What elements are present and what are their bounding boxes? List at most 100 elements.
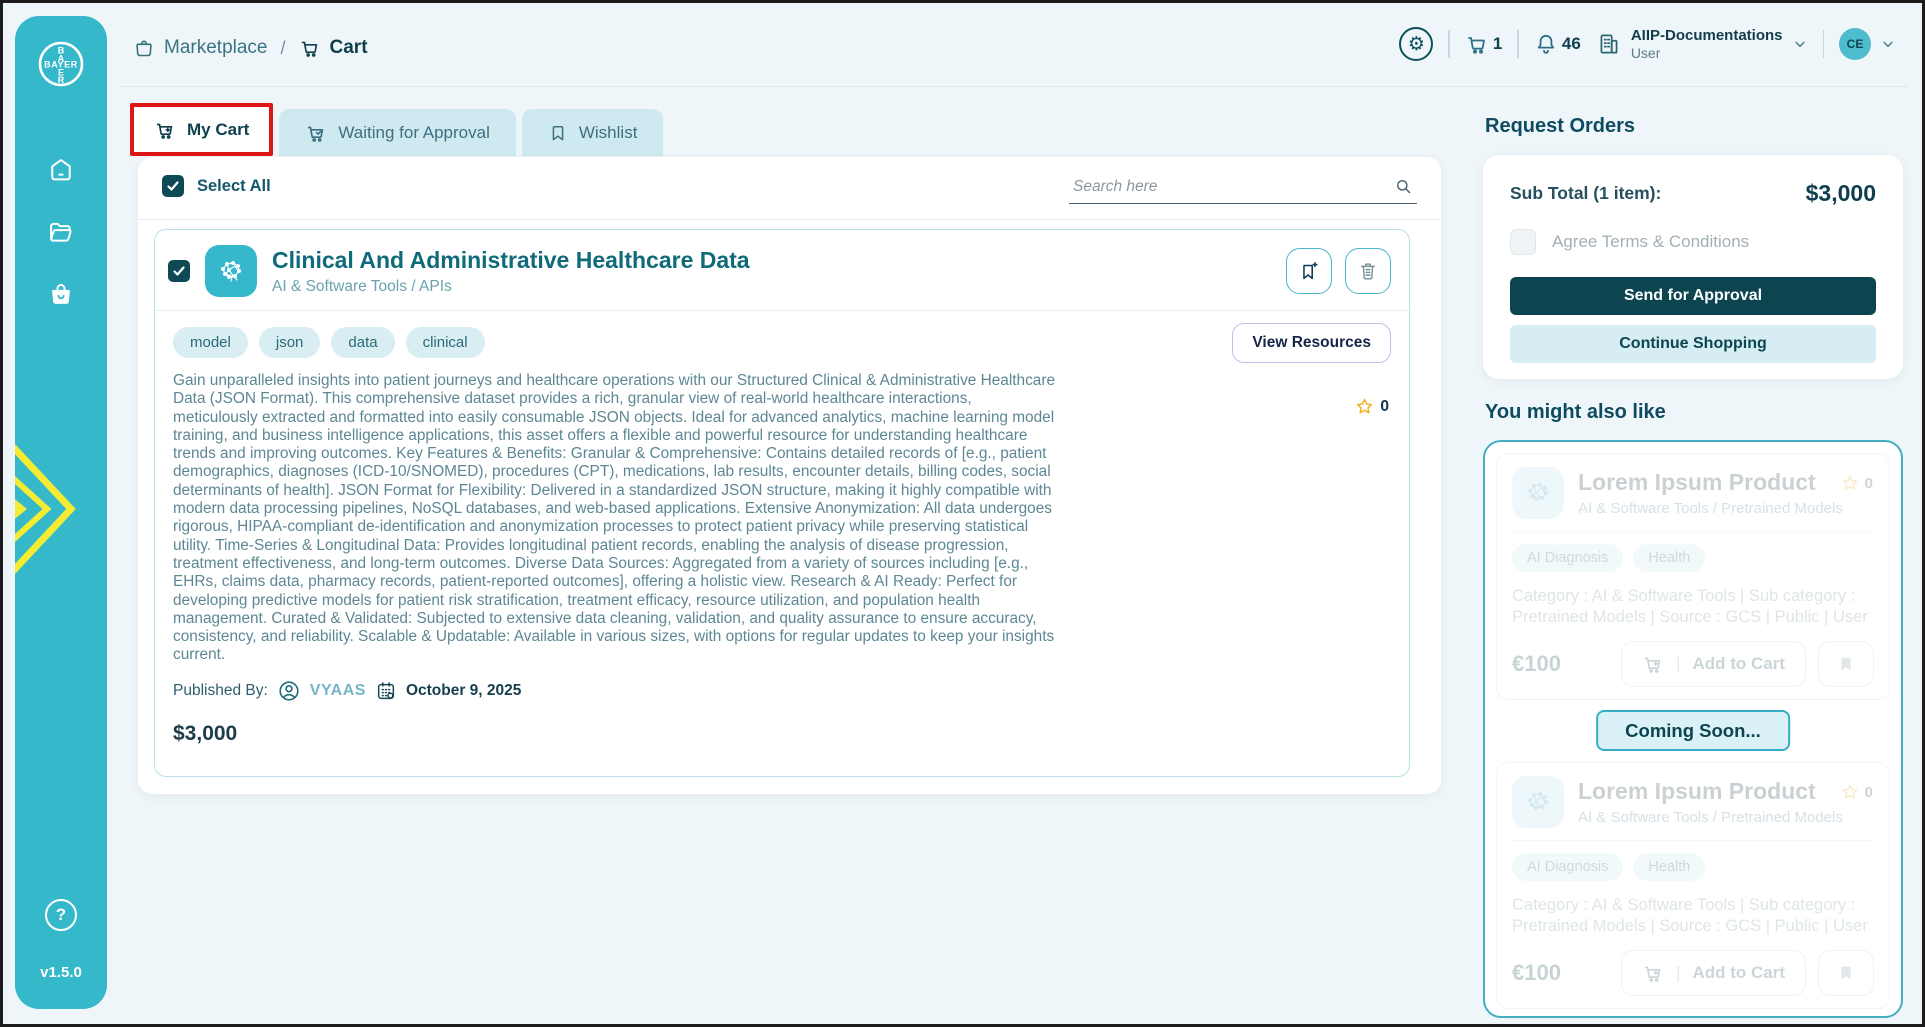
add-to-cart-label: Add to Cart xyxy=(1692,654,1785,673)
tab-label: My Cart xyxy=(187,119,250,139)
breadcrumb-cart: Cart xyxy=(329,37,368,58)
calendar-icon xyxy=(377,681,395,699)
svg-text:R: R xyxy=(58,75,65,85)
home-icon[interactable] xyxy=(47,156,75,184)
tag: json xyxy=(258,327,321,358)
rating: 0 xyxy=(1841,783,1873,801)
bookmark-filled-icon xyxy=(1841,966,1851,980)
header-actions: ⚙ 1 46 AIIP-Documentations User CE xyxy=(1399,27,1896,61)
tag: data xyxy=(331,327,395,358)
star-icon xyxy=(1842,784,1857,799)
bookmark-icon xyxy=(548,123,568,143)
sidebar-nav xyxy=(15,156,107,308)
product-description: Gain unparalleled insights into patient … xyxy=(173,372,1056,664)
divider: | xyxy=(1676,963,1681,982)
product-meta: Category : AI & Software Tools | Sub cat… xyxy=(1512,896,1868,935)
rating-value: 0 xyxy=(1864,783,1873,801)
product-title: Lorem Ipsum Product xyxy=(1578,469,1816,495)
cart-tabs: My Cart Waiting for Approval Wishlist xyxy=(130,103,664,156)
divider xyxy=(1822,30,1824,58)
chevron-down-icon xyxy=(1792,36,1808,52)
tab-waiting-for-approval[interactable]: Waiting for Approval xyxy=(279,109,516,156)
notifications-button[interactable]: 46 xyxy=(1534,32,1581,56)
subtotal-label: Sub Total (1 item): xyxy=(1510,183,1662,203)
bookmark-button xyxy=(1818,950,1874,996)
product-title: Clinical And Administrative Healthcare D… xyxy=(272,246,750,273)
continue-shopping-button[interactable]: Continue Shopping xyxy=(1510,325,1876,363)
suggestions-panel: Lorem Ipsum Product AI & Software Tools … xyxy=(1483,440,1903,1018)
product-brain-network-icon xyxy=(1512,776,1564,828)
chevron-down-icon xyxy=(1880,36,1896,52)
cart-icon xyxy=(299,37,321,59)
avatar: CE xyxy=(1839,28,1871,60)
header-divider xyxy=(121,86,1908,87)
header-cart-button[interactable]: 1 xyxy=(1465,32,1502,56)
bayer-logo: BAYER B A E R xyxy=(37,40,85,88)
tag: AI Diagnosis xyxy=(1512,853,1624,881)
cart-page: BAYER B A E R ? v1.5.0 Marketplace / Car… xyxy=(0,0,1925,1027)
request-orders-card: Sub Total (1 item): $3,000 Agree Terms &… xyxy=(1483,155,1903,379)
published-date: October 9, 2025 xyxy=(405,681,522,699)
cart-item: Clinical And Administrative Healthcare D… xyxy=(154,229,1410,777)
add-to-cart-button: | Add to Cart xyxy=(1621,641,1806,687)
rating-value: 0 xyxy=(1864,474,1873,492)
move-to-wishlist-button[interactable] xyxy=(1286,248,1332,294)
item-checkbox[interactable] xyxy=(168,260,190,282)
settings-gear-icon[interactable]: ⚙ xyxy=(1399,27,1434,61)
cart-plus-icon xyxy=(1644,657,1661,673)
terms-checkbox[interactable] xyxy=(1510,229,1536,255)
account-role: User xyxy=(1630,45,1661,61)
search-placeholder: Search here xyxy=(1073,177,1158,195)
account-name: AIIP-Documentations xyxy=(1630,27,1783,44)
tab-wishlist[interactable]: Wishlist xyxy=(521,109,664,156)
tab-my-cart[interactable]: My Cart xyxy=(130,103,274,156)
product-category: AI & Software Tools / APIs xyxy=(272,277,452,295)
bookmark-button xyxy=(1818,641,1874,687)
published-by-label: Published By: xyxy=(173,681,268,699)
product-category: AI & Software Tools / Pretrained Models xyxy=(1578,500,1843,517)
subtotal-value: $3,000 xyxy=(1805,180,1876,206)
bookmark-plus-icon xyxy=(1303,261,1318,280)
user-menu[interactable]: CE xyxy=(1839,28,1896,60)
svg-text:A: A xyxy=(58,54,65,64)
cart-plus-icon xyxy=(154,119,176,141)
request-orders-title: Request Orders xyxy=(1485,115,1636,137)
folder-icon[interactable] xyxy=(47,218,75,246)
cart-count-badge: 1 xyxy=(1492,34,1503,53)
tab-label: Wishlist xyxy=(578,122,638,142)
send-for-approval-button[interactable]: Send for Approval xyxy=(1510,277,1876,315)
search-input[interactable]: Search here xyxy=(1069,173,1417,204)
breadcrumb: Marketplace / Cart xyxy=(133,37,368,59)
cart-check-icon xyxy=(305,122,327,144)
cart-list-panel: Select All Search here Clinical And Admi… xyxy=(138,157,1441,794)
star-icon xyxy=(1357,398,1373,414)
product-price: $3,000 xyxy=(173,721,238,745)
divider: | xyxy=(1676,654,1681,673)
tag: clinical xyxy=(405,327,485,358)
rating: 0 xyxy=(1841,474,1873,492)
add-to-cart-button: | Add to Cart xyxy=(1621,950,1806,996)
breadcrumb-marketplace[interactable]: Marketplace xyxy=(164,37,268,59)
select-all-row: Select All xyxy=(162,175,271,197)
select-all-label: Select All xyxy=(197,176,271,195)
rating: 0 xyxy=(1355,397,1389,416)
tag: AI Diagnosis xyxy=(1512,544,1624,572)
marketplace-bag-icon[interactable] xyxy=(47,280,75,308)
help-icon[interactable]: ? xyxy=(45,899,77,931)
sidebar-chevron-decoration xyxy=(15,441,91,577)
bookmark-filled-icon xyxy=(1841,657,1851,671)
remove-item-button[interactable] xyxy=(1345,248,1391,294)
product-meta: Category : AI & Software Tools | Sub cat… xyxy=(1512,587,1868,626)
select-all-checkbox[interactable] xyxy=(162,175,184,197)
view-resources-button[interactable]: View Resources xyxy=(1232,323,1391,363)
rating-value: 0 xyxy=(1380,397,1389,415)
cart-item-body: model json data clinical View Resources … xyxy=(155,311,1409,762)
org-switcher[interactable]: AIIP-Documentations User xyxy=(1596,27,1808,61)
publisher-row: Published By: VYAAS October 9, 2025 xyxy=(173,679,1391,703)
add-to-cart-label: Add to Cart xyxy=(1692,963,1785,982)
tag: Health xyxy=(1633,544,1706,572)
product-category: AI & Software Tools / Pretrained Models xyxy=(1578,809,1843,826)
terms-label: Agree Terms & Conditions xyxy=(1552,232,1750,251)
publisher-name: VYAAS xyxy=(309,681,366,699)
marketplace-bag-icon xyxy=(133,37,155,59)
